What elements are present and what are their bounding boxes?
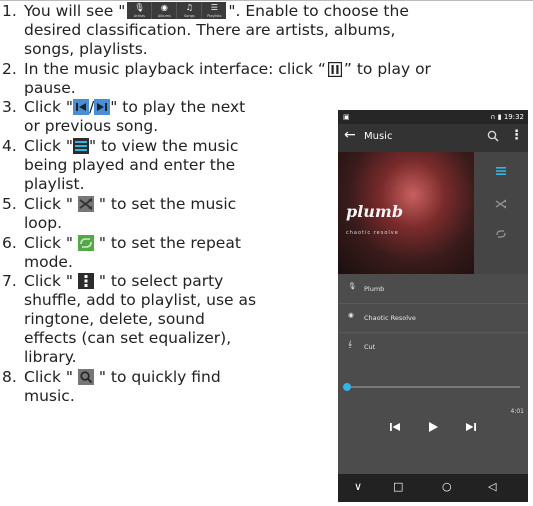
- overflow-menu-icon[interactable]: ⋮: [510, 128, 523, 143]
- search-icon[interactable]: [486, 129, 500, 143]
- search-icon: [77, 369, 94, 385]
- category-tabs-image: 🎙 Artists ◉ Albums ♫ Songs ☰ Playlists: [127, 2, 227, 19]
- notification-icon: ▣: [343, 113, 350, 121]
- playlist-icon: [73, 138, 89, 154]
- back-arrow-icon[interactable]: ←: [344, 127, 356, 143]
- previous-icon: [73, 99, 89, 115]
- battery-icon: ▮: [497, 113, 502, 121]
- play-pause-icon: [327, 62, 342, 77]
- item-number: 1.: [2, 2, 17, 20]
- treble-clef-icon: 𝄞: [348, 340, 352, 348]
- action-bar: ← Music ⋮: [338, 124, 528, 152]
- status-bar: ▣ ∩ ▮ 19:32: [338, 110, 528, 124]
- album-art: plumb chaotic resolve: [338, 152, 474, 274]
- shuffle-icon: [77, 196, 94, 212]
- albums-tab: ◉ Albums: [152, 2, 178, 19]
- list-icon: ☰: [210, 3, 218, 12]
- headset-icon: ∩: [490, 113, 496, 121]
- app-title: Music: [364, 131, 393, 142]
- microphone-icon: 🎙: [134, 3, 145, 12]
- songs-tab: ♫ Songs: [177, 2, 203, 19]
- home-icon[interactable]: ○: [442, 480, 452, 493]
- note-icon: ♫: [185, 3, 193, 12]
- seek-thumb[interactable]: [343, 383, 351, 391]
- seek-bar[interactable]: [343, 383, 520, 391]
- back-icon[interactable]: ◁: [488, 480, 496, 493]
- disc-icon: ◉: [348, 311, 354, 319]
- top-rule: [0, 0, 533, 1]
- next-icon: [94, 99, 111, 115]
- play-button[interactable]: [426, 420, 440, 434]
- repeat-icon[interactable]: [494, 227, 508, 241]
- previous-button[interactable]: [388, 420, 402, 434]
- shuffle-icon[interactable]: [494, 197, 508, 211]
- hide-keyboard-icon[interactable]: ∨: [354, 480, 362, 493]
- disc-icon: ◉: [160, 3, 168, 12]
- navigation-bar: ∨ □ ○ ◁: [338, 474, 528, 502]
- playlist-icon[interactable]: [494, 164, 508, 178]
- repeat-icon: [77, 235, 94, 251]
- playlists-tab: ☰ Playlists: [202, 2, 226, 19]
- status-time: 19:32: [503, 113, 524, 121]
- side-controls: [474, 152, 528, 274]
- duration: 4:01: [510, 408, 524, 415]
- music-app-screenshot: ▣ ∩ ▮ 19:32 ← Music ⋮ plumb chaotic reso…: [338, 110, 528, 502]
- next-button[interactable]: [464, 420, 478, 434]
- microphone-icon: 🎙: [348, 282, 357, 290]
- more-options-icon: [77, 273, 94, 289]
- recent-apps-icon[interactable]: □: [393, 480, 403, 493]
- artists-tab: 🎙 Artists: [127, 2, 153, 19]
